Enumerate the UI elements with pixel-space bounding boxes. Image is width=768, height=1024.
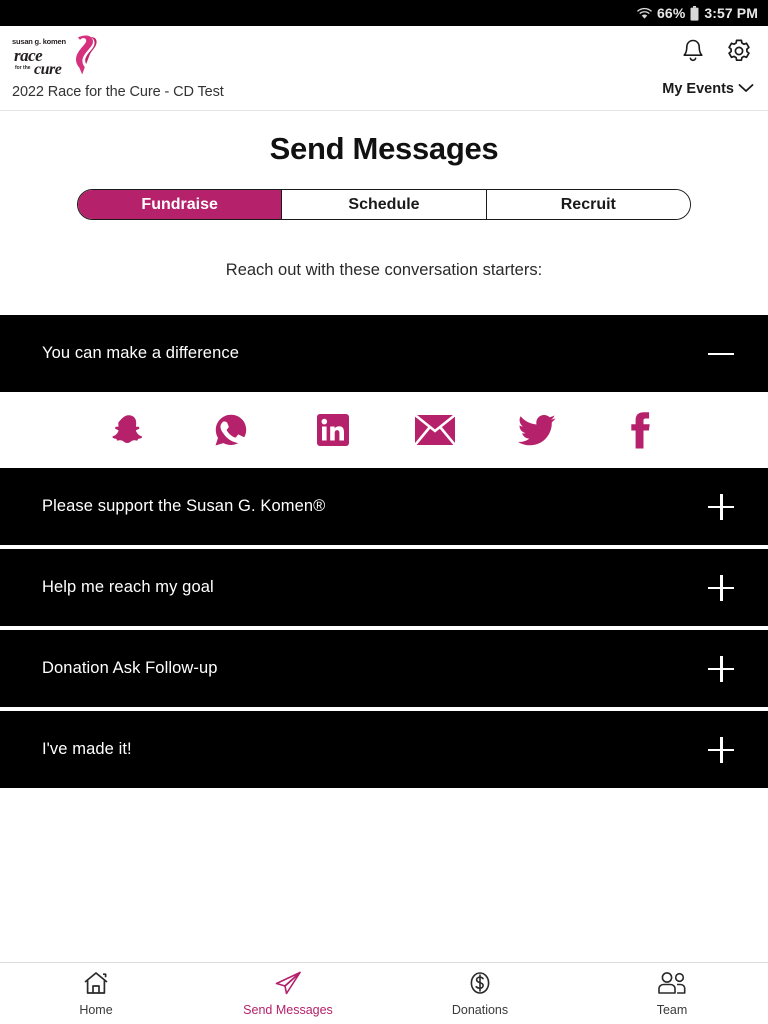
logo-line-komen: susan g. komen — [12, 37, 66, 46]
clock-label: 3:57 PM — [704, 5, 758, 21]
accordion-header-ive-made-it[interactable]: I've made it! — [0, 711, 768, 788]
tab-schedule[interactable]: Schedule — [282, 190, 487, 219]
status-bar: 66% 3:57 PM — [0, 0, 768, 26]
email-icon[interactable] — [414, 409, 456, 451]
accordion-header-donation-ask-follow-up[interactable]: Donation Ask Follow-up — [0, 630, 768, 707]
page-title: Send Messages — [269, 131, 499, 166]
linkedin-icon[interactable] — [312, 409, 354, 451]
nav-label-donations: Donations — [451, 1002, 509, 1017]
accordion-title: You can make a difference — [42, 344, 239, 362]
accordion-item: Help me reach my goal — [0, 549, 768, 626]
accordion-title: Donation Ask Follow-up — [42, 659, 218, 677]
my-events-label: My Events — [662, 81, 734, 97]
header-icon-group — [678, 38, 754, 68]
accordion-header-please-support[interactable]: Please support the Susan G. Komen® — [0, 468, 768, 545]
tab-recruit[interactable]: Recruit — [486, 190, 690, 219]
nav-item-send-messages[interactable]: Send Messages — [192, 963, 384, 1024]
plus-icon[interactable] — [708, 736, 734, 763]
main-content: Send Messages Fundraise Schedule Recruit… — [0, 111, 768, 788]
section-subtitle: Reach out with these conversation starte… — [225, 261, 543, 279]
tab-fundraise[interactable]: Fundraise — [78, 190, 283, 219]
whatsapp-icon[interactable] — [210, 409, 252, 451]
bottom-navigation-bar: Home Send Messages Donations Team — [0, 962, 768, 1024]
conversation-starters-accordion: You can make a difference Please support… — [0, 315, 768, 788]
battery-percent-label: 66% — [657, 5, 686, 21]
paper-plane-icon — [274, 971, 302, 1000]
accordion-title: I've made it! — [42, 740, 132, 758]
accordion-header-you-can-make-a-difference[interactable]: You can make a difference — [0, 315, 768, 392]
nav-item-home[interactable]: Home — [0, 963, 192, 1024]
twitter-icon[interactable] — [516, 409, 558, 451]
people-icon — [656, 971, 688, 1000]
my-events-dropdown[interactable]: My Events — [662, 81, 754, 97]
dollar-coin-icon — [467, 971, 493, 1000]
wifi-icon — [637, 7, 653, 20]
accordion-header-help-me-reach-my-goal[interactable]: Help me reach my goal — [0, 549, 768, 626]
message-type-tabs: Fundraise Schedule Recruit — [77, 189, 691, 220]
logo-line-cure: cure — [34, 61, 62, 78]
accordion-title: Help me reach my goal — [42, 578, 214, 596]
accordion-item: I've made it! — [0, 711, 768, 788]
accordion-item-expanded: You can make a difference — [0, 315, 768, 468]
bell-icon — [681, 38, 705, 69]
komen-logo[interactable]: susan g. komen race for the cure — [10, 34, 102, 80]
snapchat-icon[interactable] — [108, 409, 150, 451]
minus-icon[interactable] — [708, 341, 734, 367]
plus-icon[interactable] — [708, 655, 734, 682]
nav-label-send-messages: Send Messages — [243, 1002, 333, 1017]
chevron-down-icon — [738, 81, 754, 97]
home-icon — [83, 971, 109, 1000]
plus-icon[interactable] — [708, 493, 734, 520]
logo-line-forthe: for the — [15, 65, 31, 71]
settings-button[interactable] — [724, 38, 754, 68]
battery-icon — [690, 5, 699, 21]
accordion-title: Please support the Susan G. Komen® — [42, 497, 326, 515]
accordion-item: Please support the Susan G. Komen® — [0, 468, 768, 545]
notifications-button[interactable] — [678, 38, 708, 68]
komen-ribbon-icon — [72, 34, 98, 81]
facebook-icon[interactable] — [618, 409, 660, 451]
event-title: 2022 Race for the Cure - CD Test — [12, 84, 224, 100]
app-header: susan g. komen race for the cure 2022 Ra… — [0, 26, 768, 111]
share-options-panel — [0, 392, 768, 468]
plus-icon[interactable] — [708, 574, 734, 601]
gear-icon — [726, 38, 752, 69]
nav-item-donations[interactable]: Donations — [384, 963, 576, 1024]
nav-label-home: Home — [79, 1002, 113, 1017]
nav-label-team: Team — [656, 1002, 688, 1017]
nav-item-team[interactable]: Team — [576, 963, 768, 1024]
accordion-item: Donation Ask Follow-up — [0, 630, 768, 707]
